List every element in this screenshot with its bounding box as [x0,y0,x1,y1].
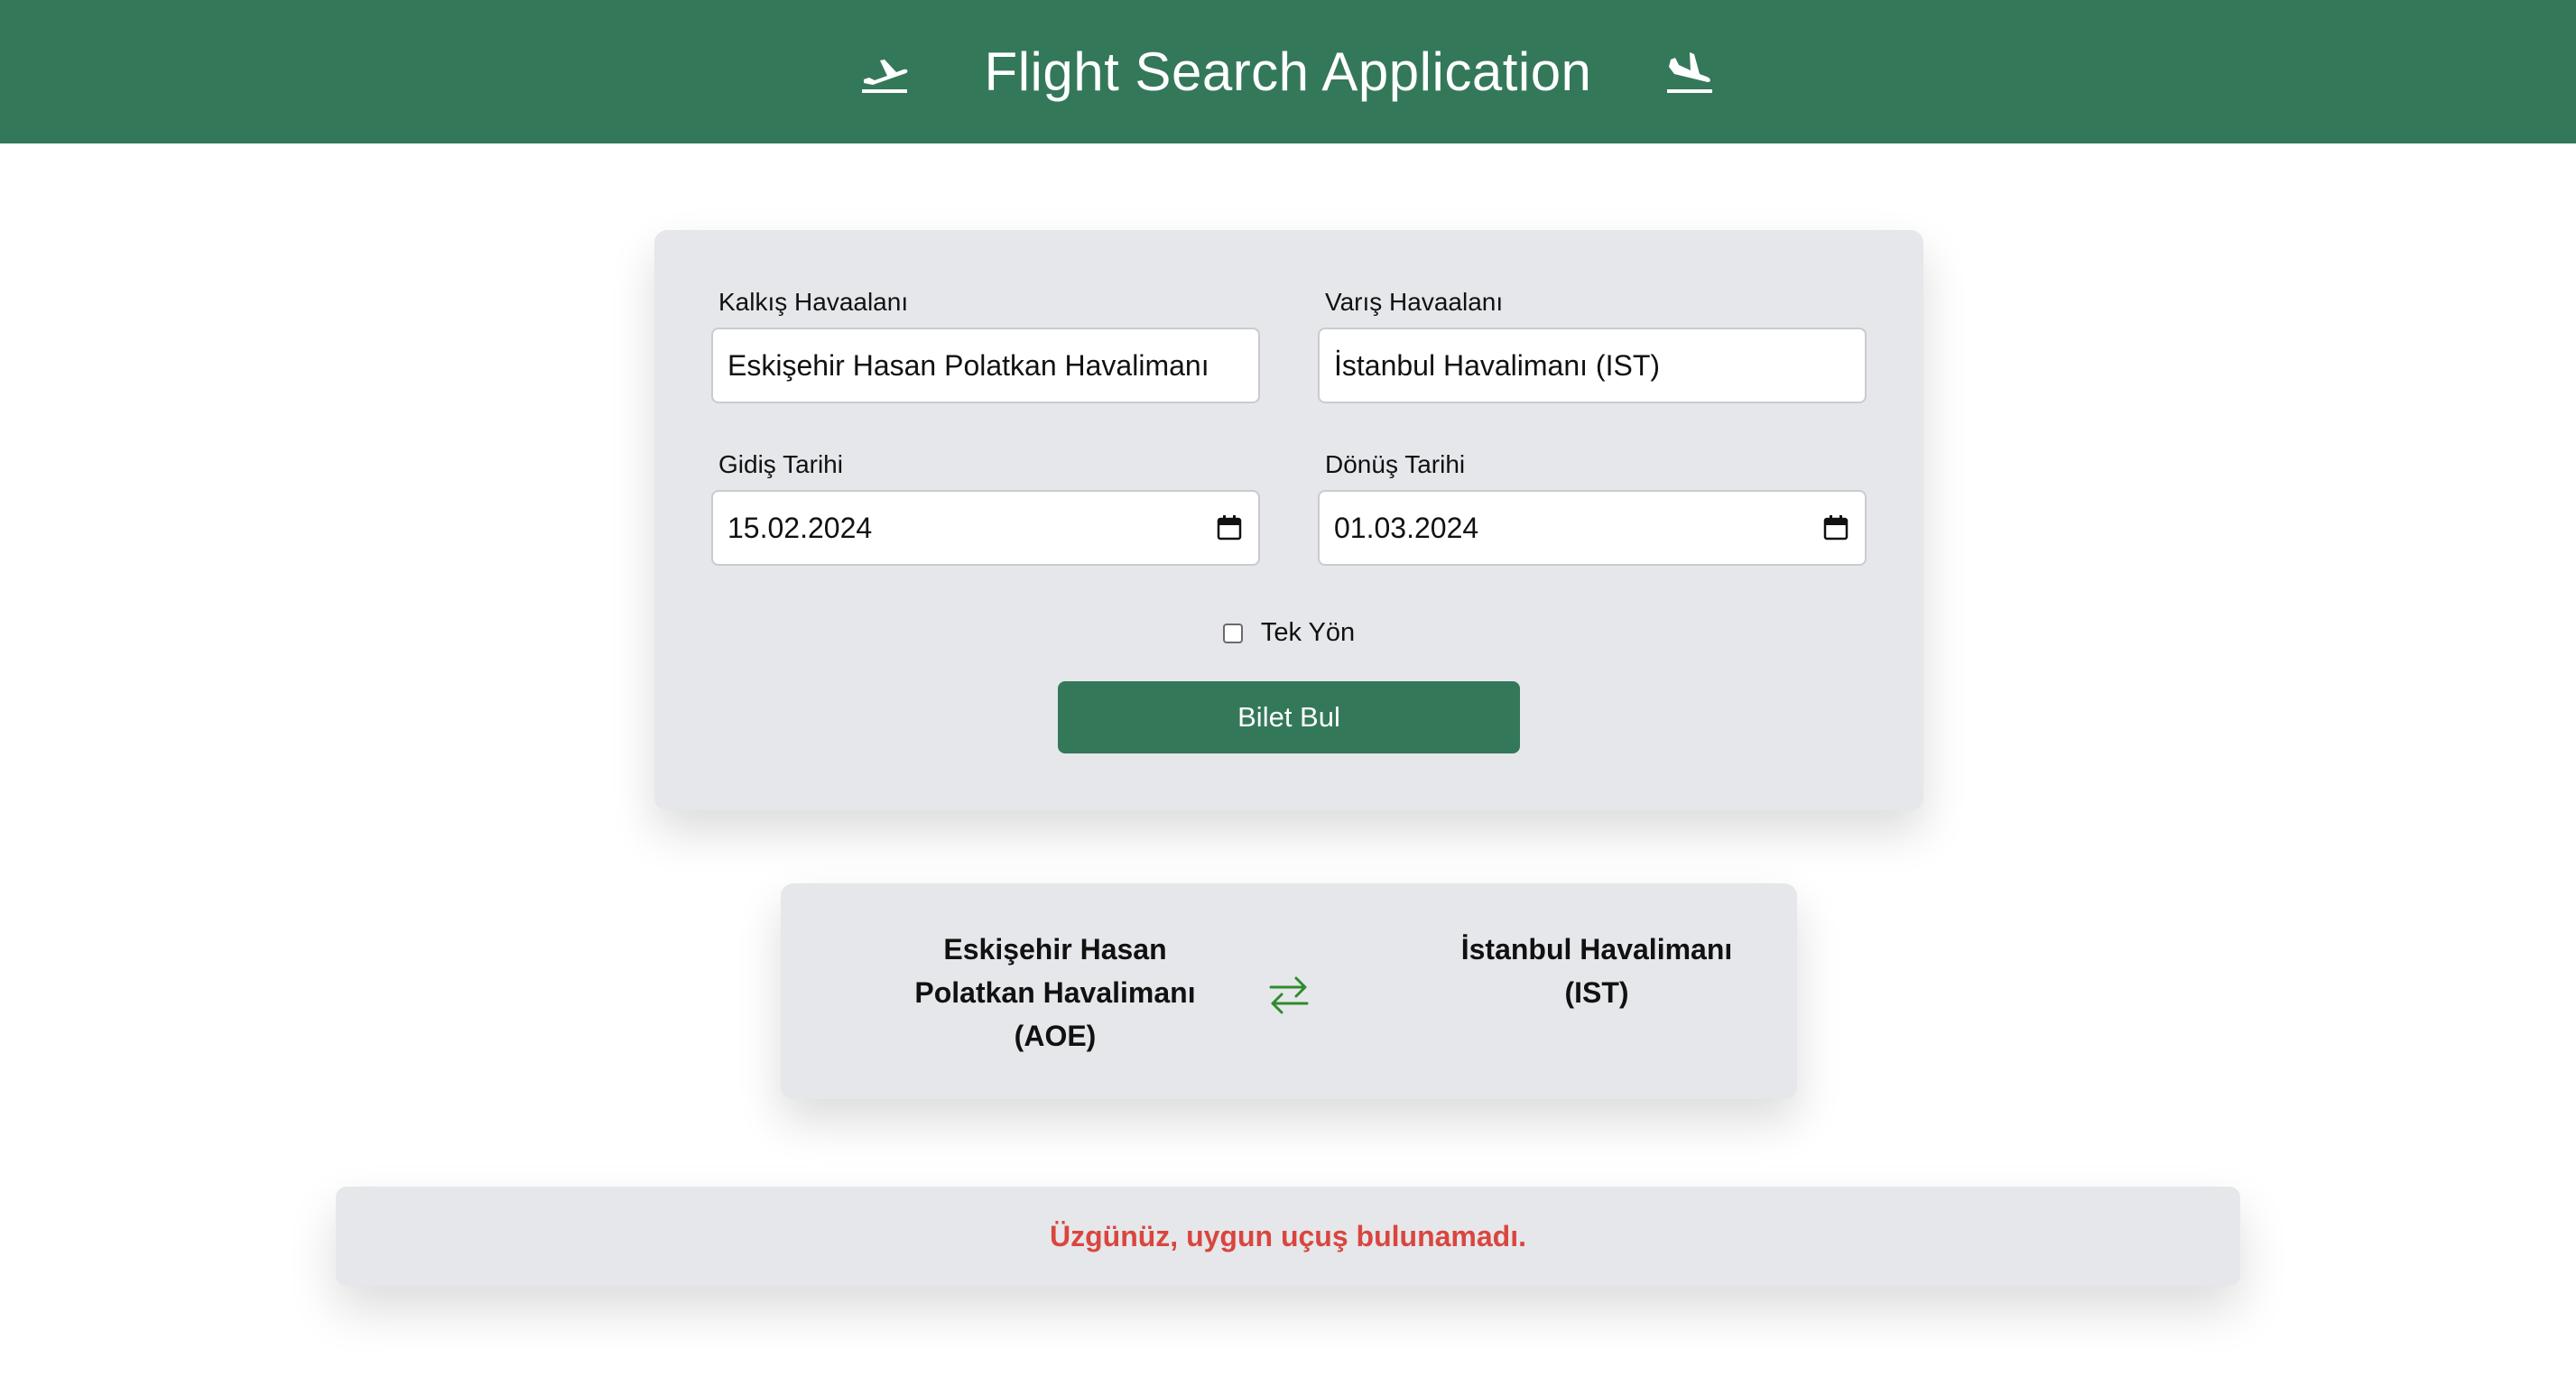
route-origin-line: Polatkan Havalimanı [914,976,1196,1009]
search-form-card: Kalkış Havaalanı Eskişehir Hasan Polatka… [654,230,1923,810]
route-destination: İstanbul Havalimanı (IST) [1443,928,1750,1014]
departure-date-value: 15.02.2024 [727,511,873,544]
arrival-airport-value: İstanbul Havalimanı (IST) [1334,348,1661,382]
one-way-option: Tek Yön [654,618,1923,648]
route-origin-line: Eskişehir Hasan [943,933,1167,966]
route-summary-card: Eskişehir Hasan Polatkan Havalimanı (AOE… [781,883,1797,1099]
departure-date-field: Gidiş Tarihi 15.02.2024 [711,447,1260,566]
one-way-checkbox[interactable] [1222,623,1243,643]
arrival-airport-label: Varış Havaalanı [1325,288,1504,316]
app-header: Flight Search Application [0,0,2576,143]
no-results-message: Üzgünüz, uygun uçuş bulunamadı. [1050,1219,1526,1252]
departure-airport-field: Kalkış Havaalanı Eskişehir Hasan Polatka… [711,284,1260,403]
return-date-input[interactable]: 01.03.2024 [1318,490,1867,566]
departure-airport-label: Kalkış Havaalanı [718,288,909,316]
search-button[interactable]: Bilet Bul [1058,681,1520,753]
calendar-icon[interactable] [1215,513,1244,542]
arrival-airport-field: Varış Havaalanı İstanbul Havalimanı (IST… [1318,284,1867,403]
return-date-label: Dönüş Tarihi [1325,450,1466,478]
departure-date-input[interactable]: 15.02.2024 [711,490,1260,566]
one-way-label[interactable]: Tek Yön [1261,618,1355,648]
plane-departure-icon [860,47,911,97]
arrival-airport-input[interactable]: İstanbul Havalimanı (IST) [1318,328,1867,403]
page-title: Flight Search Application [984,42,1592,102]
return-date-field: Dönüş Tarihi 01.03.2024 [1318,447,1867,566]
return-date-value: 01.03.2024 [1334,511,1479,544]
departure-airport-value: Eskişehir Hasan Polatkan Havalimanı [727,348,1209,382]
swap-arrows-icon[interactable] [1266,972,1311,1017]
plane-arrival-icon [1665,47,1716,97]
route-origin: Eskişehir Hasan Polatkan Havalimanı (AOE… [902,928,1209,1058]
route-destination-line: İstanbul Havalimanı [1460,933,1733,966]
route-origin-code: (AOE) [1014,1020,1097,1052]
calendar-icon[interactable] [1821,513,1850,542]
no-results-card: Üzgünüz, uygun uçuş bulunamadı. [336,1187,2240,1286]
departure-airport-input[interactable]: Eskişehir Hasan Polatkan Havalimanı [711,328,1260,403]
departure-date-label: Gidiş Tarihi [718,450,843,478]
route-destination-code: (IST) [1564,976,1629,1009]
